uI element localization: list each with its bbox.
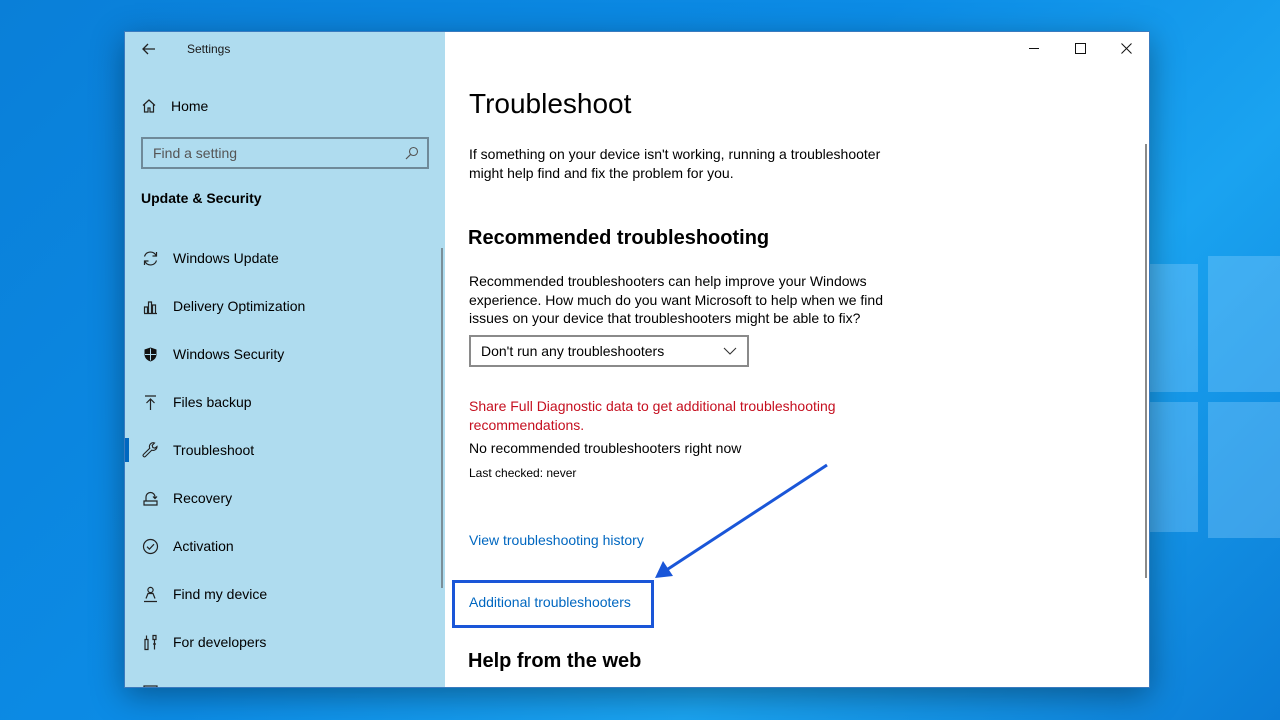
- sidebar-item-label: Files backup: [173, 394, 252, 410]
- sidebar-item-label: Delivery Optimization: [173, 298, 306, 314]
- sidebar-item-troubleshoot[interactable]: Troubleshoot: [125, 426, 445, 474]
- window-controls: [1011, 32, 1149, 64]
- home-icon: [142, 99, 156, 113]
- person-pin-icon: [141, 585, 159, 603]
- content-scrollbar[interactable]: [1145, 144, 1147, 578]
- search-box[interactable]: [141, 137, 429, 169]
- sidebar-item-windows-security[interactable]: Windows Security: [125, 330, 445, 378]
- page-title: Troubleshoot: [469, 88, 632, 119]
- no-recommended-text: No recommended troubleshooters right now: [469, 440, 742, 456]
- sidebar-item-for-developers[interactable]: For developers: [125, 618, 445, 666]
- sidebar-item-label: Activation: [173, 538, 234, 554]
- sidebar-item-label: Recovery: [173, 490, 233, 506]
- title-bar: Settings: [125, 32, 445, 66]
- developer-tools-icon: [141, 633, 159, 651]
- intro-text: If something on your device isn't workin…: [469, 146, 881, 181]
- sidebar-nav: Windows Update Delivery Optimization Win…: [125, 234, 445, 687]
- sync-icon: [141, 249, 159, 267]
- sidebar-item-label: Windows Security: [173, 346, 285, 362]
- sidebar-item-label: Troubleshoot: [173, 442, 255, 458]
- additional-troubleshooters-link[interactable]: Additional troubleshooters: [469, 594, 631, 610]
- diagnostic-data-link[interactable]: Share Full Diagnostic data to get additi…: [469, 397, 889, 434]
- search-icon[interactable]: [397, 139, 427, 167]
- recommended-description: Recommended troubleshooters can help imp…: [469, 273, 883, 326]
- maximize-button[interactable]: [1057, 32, 1103, 64]
- chevron-down-icon: [723, 347, 737, 355]
- recovery-icon: [141, 489, 159, 507]
- dropdown-value: Don't run any troubleshooters: [481, 343, 665, 359]
- close-icon: [1120, 42, 1132, 54]
- recommended-heading: Recommended troubleshooting: [468, 227, 770, 249]
- shield-icon: [141, 345, 159, 363]
- back-arrow-icon: [142, 43, 155, 55]
- sidebar-item-files-backup[interactable]: Files backup: [125, 378, 445, 426]
- section-title: Update & Security: [141, 190, 262, 206]
- back-button[interactable]: [137, 38, 161, 60]
- home-link[interactable]: Home: [141, 94, 208, 118]
- minimize-icon: [1028, 47, 1039, 49]
- sidebar-item-label: For developers: [173, 634, 267, 650]
- wrench-icon: [141, 441, 159, 459]
- last-checked-text: Last checked: never: [469, 466, 577, 480]
- view-history-link[interactable]: View troubleshooting history: [469, 532, 644, 548]
- sidebar-item-find-my-device[interactable]: Find my device: [125, 570, 445, 618]
- sidebar-item-delivery-optimization[interactable]: Delivery Optimization: [125, 282, 445, 330]
- delivery-optimization-icon: [141, 297, 159, 315]
- insider-icon: [141, 681, 159, 687]
- sidebar-item-windows-update[interactable]: Windows Update: [125, 234, 445, 282]
- sidebar-scrollbar[interactable]: [441, 248, 443, 588]
- app-title: Settings: [187, 42, 231, 56]
- check-circle-icon: [141, 537, 159, 555]
- settings-window: Settings Home Update & Security: [124, 31, 1150, 688]
- close-button[interactable]: [1103, 32, 1149, 64]
- sidebar-item-partial[interactable]: [125, 666, 445, 687]
- home-label: Home: [171, 98, 209, 114]
- sidebar-item-label: Find my device: [173, 586, 268, 602]
- upload-arrow-icon: [141, 393, 159, 411]
- troubleshooter-preference-dropdown[interactable]: Don't run any troubleshooters: [469, 335, 749, 367]
- sidebar-item-activation[interactable]: Activation: [125, 522, 445, 570]
- maximize-icon: [1074, 42, 1086, 54]
- help-from-web-heading: Help from the web: [468, 650, 642, 672]
- search-input[interactable]: [143, 139, 397, 167]
- minimize-button[interactable]: [1011, 32, 1057, 64]
- sidebar: Settings Home Update & Security: [125, 32, 445, 687]
- sidebar-item-recovery[interactable]: Recovery: [125, 474, 445, 522]
- main-content: Troubleshoot If something on your device…: [445, 32, 1149, 687]
- sidebar-item-label: Windows Update: [173, 250, 279, 266]
- desktop-windows-logo: [1140, 240, 1280, 720]
